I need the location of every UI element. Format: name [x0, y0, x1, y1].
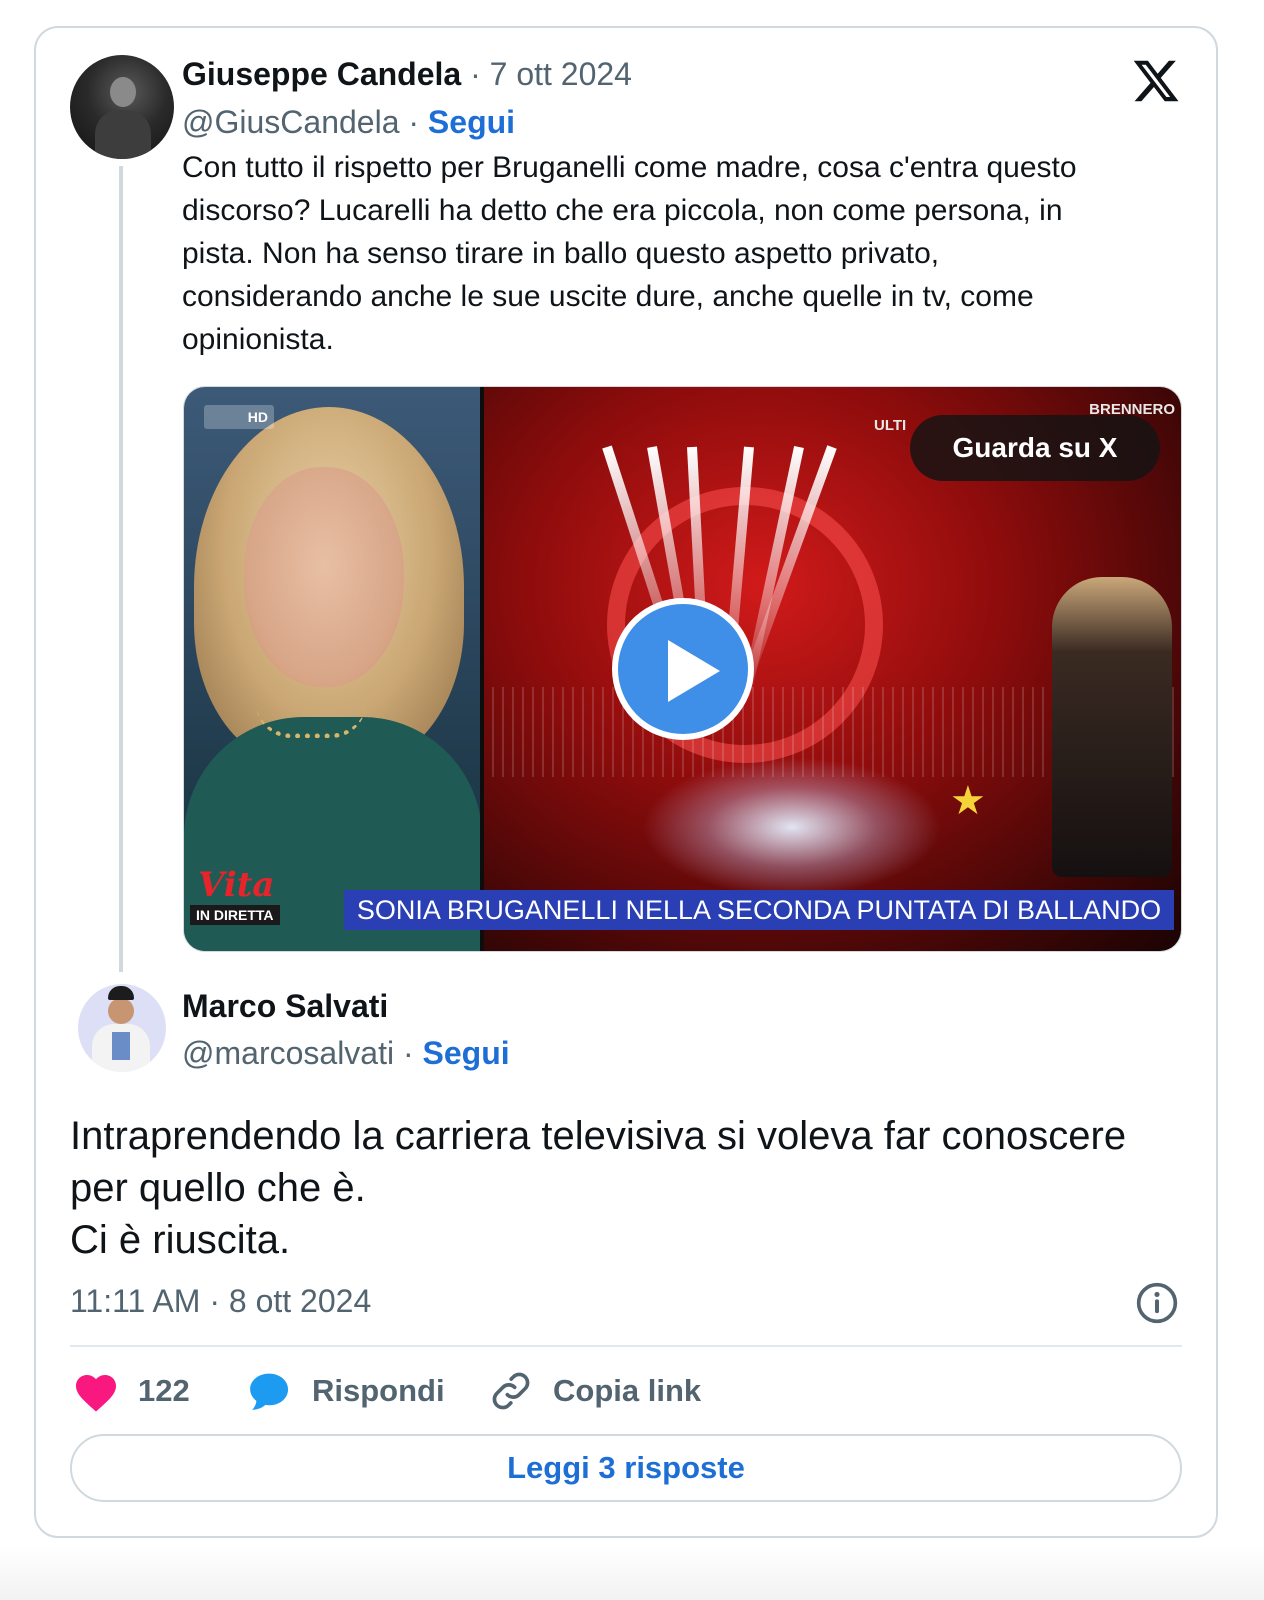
watch-on-x-button[interactable]: Guarda su X: [910, 415, 1160, 481]
thread-connector-line: [119, 166, 123, 972]
tweet1-text-line: Con tutto il rispetto per Bruganelli com…: [182, 151, 1077, 184]
tweet1-date[interactable]: · 7 ott 2024: [461, 56, 632, 92]
like-button[interactable]: 122: [72, 1366, 190, 1416]
avatar-head-shape: [110, 77, 136, 107]
tweet1-text: Con tutto il rispetto per Bruganelli com…: [182, 146, 1192, 361]
tweet1-handle[interactable]: @GiusCandela: [182, 104, 399, 140]
tweet2-handle-line: @marcosalvati · Segui: [182, 1035, 510, 1072]
reply-bubble-icon: [250, 1373, 289, 1410]
play-icon[interactable]: [612, 598, 754, 740]
copy-link-button[interactable]: Copia link: [489, 1366, 701, 1416]
tweet1-author-name[interactable]: Giuseppe Candela: [182, 56, 461, 92]
copy-link-label: Copia link: [553, 1373, 702, 1408]
tweet1-follow-button[interactable]: Segui: [428, 104, 515, 140]
heart-icon: [76, 1375, 116, 1412]
tweet1-text-line: considerando anche le sue uscite dure, a…: [182, 280, 1034, 313]
tweet2-text-line: Intraprendendo la carriera televisiva si…: [70, 1114, 1127, 1158]
tweet2-author-name[interactable]: Marco Salvati: [182, 988, 388, 1025]
tweet2-text: Intraprendendo la carriera televisiva si…: [70, 1110, 1200, 1266]
tweet1-text-line: opinionista.: [182, 323, 334, 356]
avatar-body-shape: [95, 110, 151, 159]
read-replies-button[interactable]: Leggi 3 risposte: [70, 1434, 1182, 1502]
star-icon: ★: [950, 779, 986, 823]
avatar-face-shape: [108, 998, 134, 1024]
like-count: 122: [138, 1373, 190, 1408]
info-icon[interactable]: [1135, 1281, 1179, 1325]
tweet2-text-line: Ci è riuscita.: [70, 1218, 291, 1262]
avatar-marco-salvati[interactable]: [78, 984, 166, 1072]
video-thumbnail[interactable]: HD ★ ULTI BRENNERO Vita IN DIRETTA SONIA…: [183, 386, 1182, 952]
reply-label: Rispondi: [312, 1373, 445, 1408]
presenter-face: [244, 467, 404, 687]
avatar-giuseppe-candela[interactable]: [70, 55, 174, 159]
tweet1-author-line: Giuseppe Candela · 7 ott 2024: [182, 56, 632, 93]
stage-glow: [642, 757, 942, 897]
tweet1-separator: ·: [399, 104, 428, 140]
overlay-text-left: ULTI: [874, 417, 907, 434]
dancers-figure: [1052, 577, 1172, 877]
tweet1-text-line: pista. Non ha senso tirare in ballo ques…: [182, 237, 940, 270]
link-icon: [492, 1372, 530, 1410]
tweet1-handle-line: @GiusCandela · Segui: [182, 104, 515, 141]
split-screen-divider: [480, 387, 484, 951]
divider: [70, 1345, 1182, 1347]
live-badge: IN DIRETTA: [190, 905, 280, 925]
channel-logo: HD: [204, 405, 274, 429]
x-logo-icon[interactable]: [1130, 56, 1182, 106]
tweet2-separator: ·: [394, 1035, 423, 1071]
video-caption-banner: SONIA BRUGANELLI NELLA SECONDA PUNTATA D…: [344, 890, 1174, 930]
tweet1-text-line: discorso? Lucarelli ha detto che era pic…: [182, 194, 1063, 227]
reply-button[interactable]: Rispondi: [246, 1366, 445, 1416]
tweet2-timestamp[interactable]: 11:11 AM · 8 ott 2024: [70, 1283, 371, 1320]
tweet2-handle[interactable]: @marcosalvati: [182, 1035, 394, 1071]
tweet2-text-line: per quello che è.: [70, 1166, 366, 1210]
avatar-shirt-print: [112, 1032, 130, 1060]
avatar-cap-shape: [108, 986, 134, 1000]
tweet2-follow-button[interactable]: Segui: [423, 1035, 510, 1071]
page-bottom-shadow: [0, 1545, 1264, 1600]
